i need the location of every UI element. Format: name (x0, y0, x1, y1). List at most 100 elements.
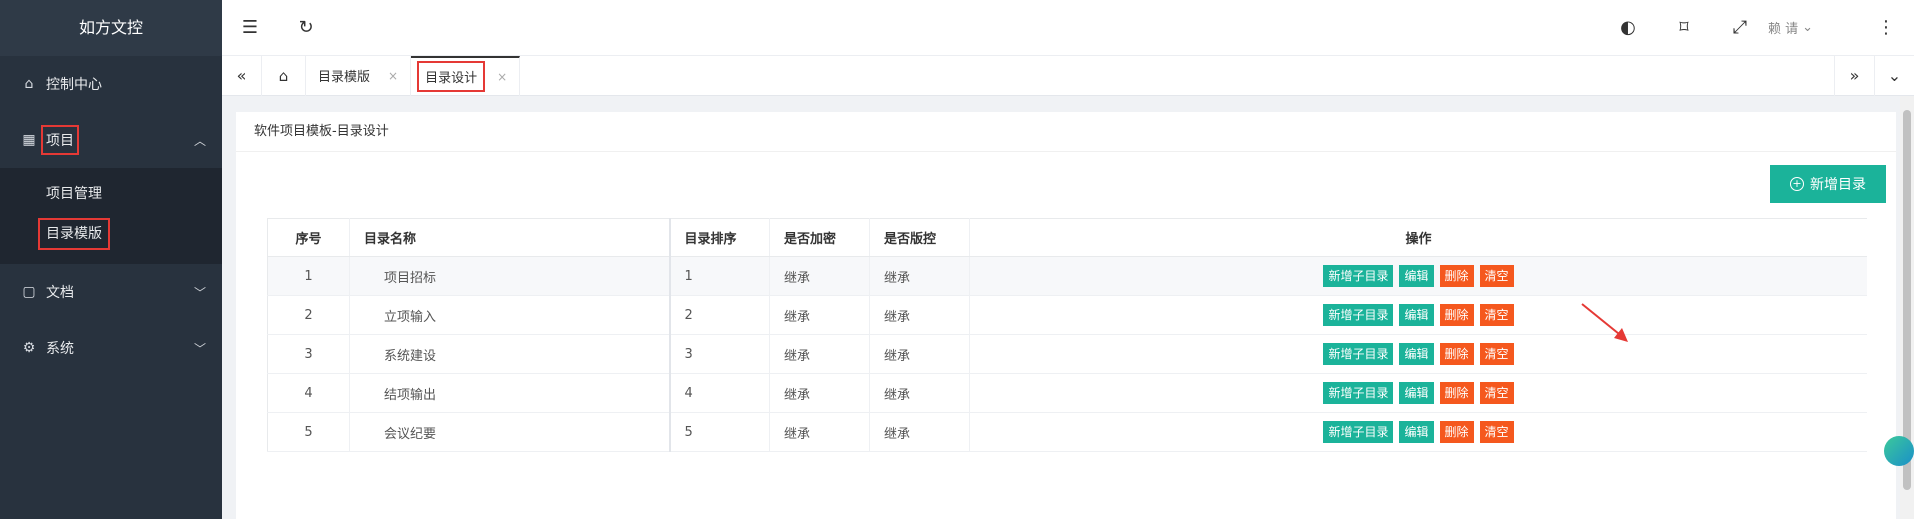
user-menu[interactable]: 赖 请 ⌄ (1768, 18, 1858, 37)
cell-actions: 新增子目录 编辑 删除 清空 (969, 373, 1867, 413)
cell-sort: 5 (669, 412, 770, 452)
fullscreen-icon[interactable]: ⤢ (1712, 0, 1768, 56)
more-icon[interactable]: ⋮ (1858, 0, 1914, 56)
project-submenu: 项目管理 目录模版 (0, 168, 222, 264)
sidebar-subitem-catalog-template[interactable]: 目录模版 (0, 214, 222, 254)
table-row: 4 结项输出 4 继承 继承 新增子目录 编辑 删除 清空 (267, 373, 1867, 413)
clear-button[interactable]: 清空 (1479, 343, 1514, 365)
table-header-row: 序号 目录名称 目录排序 是否加密 是否版控 操作 (267, 218, 1867, 257)
cell-index: 4 (267, 373, 350, 413)
sidebar-item-label: 文档 (46, 285, 74, 301)
tabs-scroll-left-icon[interactable]: « (222, 55, 262, 96)
sidebar-item-label: 项目 (41, 125, 79, 155)
tabs-bar: « ⌂ 目录模版 × 目录设计 × » ⌄ (222, 55, 1914, 96)
chevron-down-icon: ⌄ (1802, 20, 1814, 35)
cell-version: 继承 (869, 373, 970, 413)
collapse-menu-icon[interactable]: ☰ (222, 0, 278, 56)
delete-button[interactable]: 删除 (1439, 382, 1474, 404)
app-brand: 如方文控 (0, 0, 222, 56)
edit-button[interactable]: 编辑 (1399, 343, 1434, 365)
sidebar-item-project[interactable]: ▦ 项目 ︿ (0, 112, 222, 168)
sidebar-subitem-label: 目录模版 (38, 218, 110, 250)
cell-encrypt: 继承 (769, 373, 870, 413)
column-header: 目录名称 (349, 218, 671, 257)
delete-button[interactable]: 删除 (1439, 343, 1474, 365)
table-row: 1 项目招标 1 继承 继承 新增子目录 编辑 删除 清空 (267, 256, 1867, 296)
gear-icon: ⚙ (22, 340, 36, 356)
scrollbar-thumb[interactable] (1903, 110, 1911, 490)
sidebar-item-control-center[interactable]: ⌂ 控制中心 (0, 56, 222, 112)
sidebar-item-label: 控制中心 (46, 77, 102, 93)
cell-version: 继承 (869, 256, 970, 296)
close-icon[interactable]: × (388, 69, 398, 83)
cell-version: 继承 (869, 334, 970, 374)
tab-label: 目录设计 (417, 61, 486, 92)
cell-catalog-name: 立项输入 (349, 295, 671, 335)
table-row: 5 会议纪要 5 继承 继承 新增子目录 编辑 删除 清空 (267, 412, 1867, 452)
add-subcatalog-button[interactable]: 新增子目录 (1323, 343, 1394, 365)
cell-actions: 新增子目录 编辑 删除 清空 (969, 256, 1867, 296)
home-tab-icon[interactable]: ⌂ (262, 55, 306, 96)
sidebar-item-documents[interactable]: ▢ 文档 ﹀ (0, 264, 222, 320)
cell-catalog-name: 结项输出 (349, 373, 671, 413)
grid-icon: ▦ (22, 132, 36, 148)
cell-encrypt: 继承 (769, 256, 870, 296)
user-name: 赖 请 (1768, 22, 1799, 37)
tag-icon[interactable]: ⌑ (1656, 0, 1712, 56)
cell-encrypt: 继承 (769, 334, 870, 374)
cell-encrypt: 继承 (769, 295, 870, 335)
edit-button[interactable]: 编辑 (1399, 304, 1434, 326)
tabs-scroll-right-icon[interactable]: » (1834, 55, 1874, 96)
add-catalog-button[interactable]: + 新增目录 (1770, 165, 1886, 203)
edit-button[interactable]: 编辑 (1399, 265, 1434, 287)
home-icon: ⌂ (24, 76, 34, 92)
plus-circle-icon: + (1790, 177, 1804, 191)
refresh-icon[interactable]: ↻ (278, 0, 334, 56)
chevron-up-icon: ︿ (193, 133, 206, 148)
cell-catalog-name: 会议纪要 (349, 412, 671, 452)
palette-icon[interactable]: ◐ (1600, 0, 1656, 56)
tab-catalog-design[interactable]: 目录设计 × (411, 55, 521, 96)
cell-sort: 2 (669, 295, 770, 335)
tab-catalog-template[interactable]: 目录模版 × (306, 55, 412, 96)
clear-button[interactable]: 清空 (1479, 421, 1514, 443)
column-header: 序号 (267, 218, 350, 257)
tab-label: 目录模版 (318, 70, 371, 85)
close-icon[interactable]: × (497, 70, 507, 84)
chevron-down-icon: ﹀ (193, 285, 206, 300)
chevron-down-icon: ﹀ (193, 341, 206, 356)
add-subcatalog-button[interactable]: 新增子目录 (1323, 265, 1394, 287)
add-button-label: 新增目录 (1810, 177, 1866, 193)
delete-button[interactable]: 删除 (1439, 304, 1474, 326)
document-icon: ▢ (22, 284, 36, 300)
delete-button[interactable]: 删除 (1439, 265, 1474, 287)
add-subcatalog-button[interactable]: 新增子目录 (1323, 304, 1394, 326)
clear-button[interactable]: 清空 (1479, 382, 1514, 404)
add-subcatalog-button[interactable]: 新增子目录 (1323, 421, 1394, 443)
cell-version: 继承 (869, 412, 970, 452)
add-subcatalog-button[interactable]: 新增子目录 (1323, 382, 1394, 404)
annotation-arrow (1581, 303, 1628, 342)
sidebar: 如方文控 ⌂ 控制中心 ▦ 项目 ︿ 项目管理 目录模版 ▢ 文档 ﹀ ⚙ 系统… (0, 0, 222, 519)
floating-assistant-icon[interactable] (1884, 436, 1914, 466)
column-header: 目录排序 (669, 218, 770, 257)
cell-index: 5 (267, 412, 350, 452)
breadcrumb: 软件项目模板-目录设计 (236, 112, 1896, 152)
cell-catalog-name: 系统建设 (349, 334, 671, 374)
clear-button[interactable]: 清空 (1479, 304, 1514, 326)
sidebar-item-system[interactable]: ⚙ 系统 ﹀ (0, 320, 222, 376)
column-header: 是否版控 (869, 218, 970, 257)
cell-sort: 1 (669, 256, 770, 296)
cell-index: 1 (267, 256, 350, 296)
edit-button[interactable]: 编辑 (1399, 421, 1434, 443)
main-content: 软件项目模板-目录设计 + 新增目录 序号 目录名称 目录排序 是否加密 是否版… (236, 112, 1896, 519)
sidebar-item-label: 系统 (46, 341, 74, 357)
tabs-dropdown-icon[interactable]: ⌄ (1874, 55, 1914, 96)
sidebar-subitem-project-management[interactable]: 项目管理 (0, 174, 222, 214)
column-header: 操作 (969, 218, 1867, 257)
cell-sort: 4 (669, 373, 770, 413)
edit-button[interactable]: 编辑 (1399, 382, 1434, 404)
delete-button[interactable]: 删除 (1439, 421, 1474, 443)
cell-index: 2 (267, 295, 350, 335)
clear-button[interactable]: 清空 (1479, 265, 1514, 287)
